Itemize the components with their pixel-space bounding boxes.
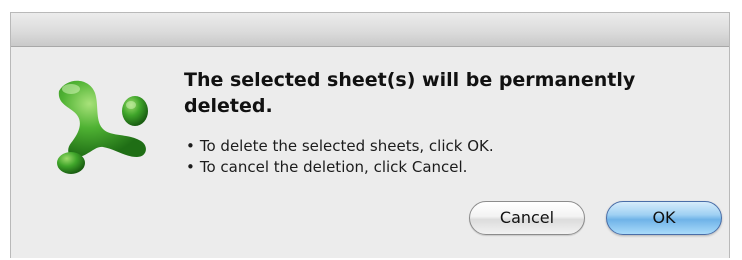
- ok-button[interactable]: OK: [606, 201, 722, 235]
- dialog-title-bar[interactable]: [11, 13, 729, 47]
- instruction-list: To delete the selected sheets, click OK.…: [186, 136, 494, 178]
- excel-app-icon: [57, 80, 148, 174]
- cancel-button[interactable]: Cancel: [469, 201, 585, 235]
- dialog-heading: The selected sheet(s) will be permanentl…: [184, 69, 636, 117]
- instruction-cancel: To cancel the deletion, click Cancel.: [186, 157, 494, 178]
- delete-sheet-dialog: The selected sheet(s) will be permanentl…: [10, 12, 730, 258]
- instruction-delete: To delete the selected sheets, click OK.: [186, 136, 494, 157]
